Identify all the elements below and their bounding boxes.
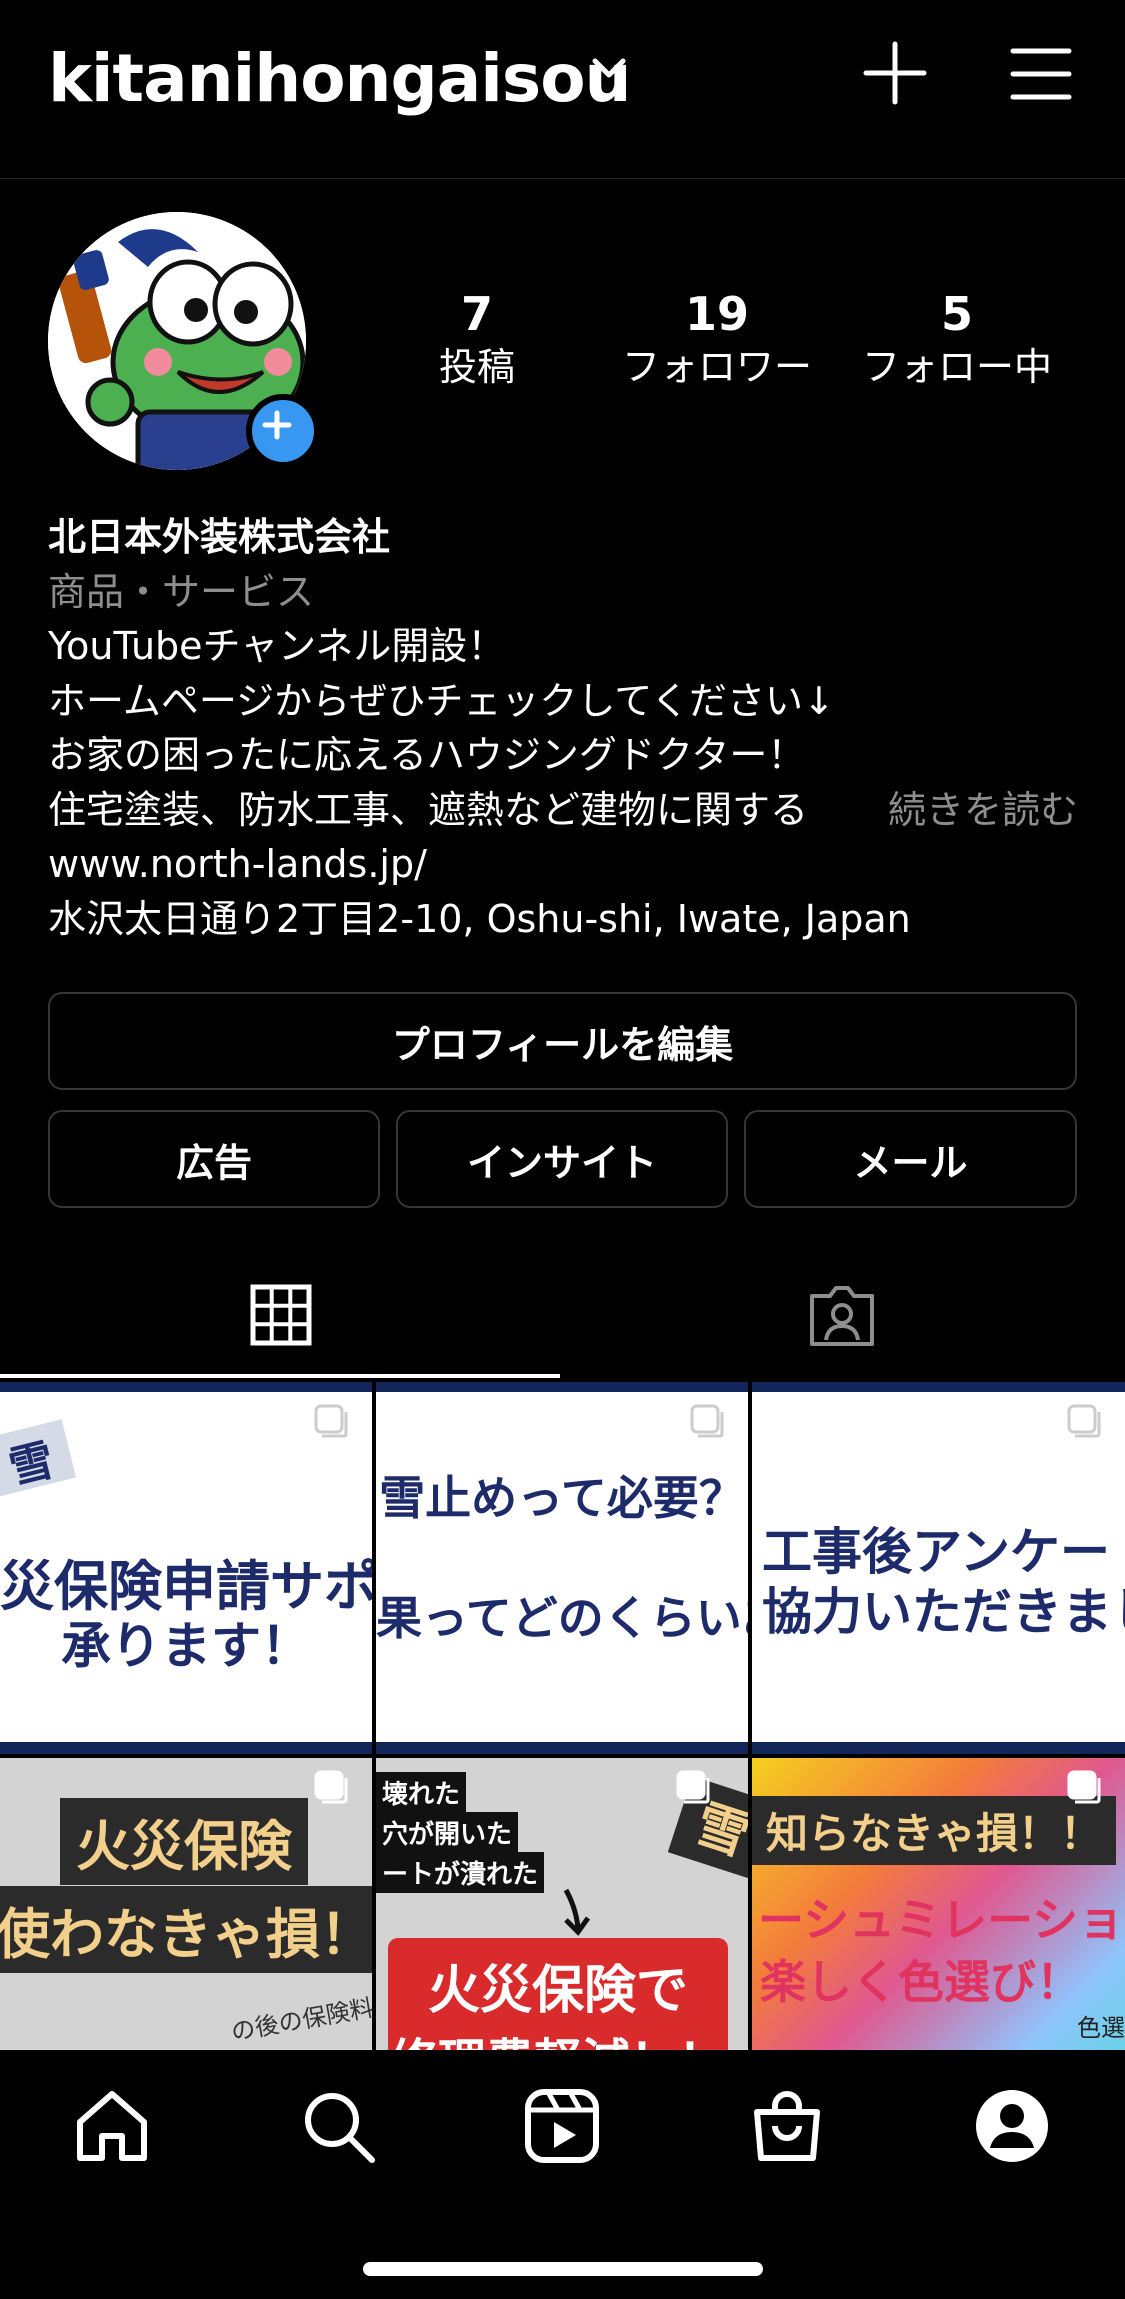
post-headline: 果ってどのくらいある [376,1591,748,1645]
post-headline: ーシュミレーショ [758,1893,1125,1947]
post-headline: 火災保険で [427,1961,688,2021]
tagged-person-icon [810,1286,874,1346]
post-headline: 修理費軽減！！ [388,2022,728,2050]
carousel-icon [690,1404,724,1438]
address-link[interactable]: 水沢太日通り2丁目2-10, Oshu-shi, Iwate, Japan [48,892,1078,947]
posts-count-value: 7 [460,287,493,341]
followers-count-label: フォロワー [621,345,812,389]
ads-button[interactable]: 広告 [48,1110,380,1208]
home-indicator [363,2262,763,2276]
carousel-icon [676,1770,710,1804]
following-count-value: 5 [940,287,973,341]
post-headline: 承ります！ [61,1617,311,1675]
post-headline: 知らなきゃ損！！ [752,1796,1117,1865]
following-count-label: フォロー中 [861,345,1052,389]
post-headline: 協力いただきまし [762,1583,1125,1641]
post-headline: 使わなきゃ損！ [0,1886,372,1973]
carousel-icon [1067,1770,1101,1804]
posts-count-label: 投稿 [438,345,515,389]
post-thumbnail[interactable]: 知らなきゃ損！！ ーシュミレーショ 楽しく色選び！ 色選 [752,1758,1125,2050]
display-name: 北日本外装株式会社 [48,515,391,559]
edit-profile-button[interactable]: プロフィールを編集 [48,992,1077,1090]
tab-tagged[interactable] [560,1250,1125,1380]
post-note: ートが潰れた [376,1852,545,1893]
bio-line: 住宅塗装、防水工事、遮熱など建物に関する [48,787,809,832]
profile-bio: 北日本外装株式会社 商品・サービス YouTubeチャンネル開設！ ホームページ… [48,510,1078,946]
followers-count-value: 19 [684,287,749,341]
post-caption: 色選 [1077,2014,1125,2042]
post-thumbnail[interactable]: 雪 災保険申請サポー 承ります！ [0,1382,372,1754]
post-thumbnail[interactable]: 雪止めって必要？ 果ってどのくらいある [376,1382,748,1754]
following-count[interactable]: 5 フォロー中 [847,286,1067,392]
arrow-down-icon [563,1888,591,1936]
insights-button[interactable]: インサイト [396,1110,728,1208]
add-story-button[interactable] [246,394,320,468]
followers-count[interactable]: 19 フォロワー [607,286,827,392]
bio-line: ホームページからぜひチェックしてください↓ [48,678,835,723]
carousel-icon [314,1770,348,1804]
post-thumbnail[interactable]: 火災保険 使わなきゃ損！ の後の保険料 [0,1758,372,2050]
post-thumbnail[interactable]: 壊れた 穴が開いた ートが潰れた 雪 火災保険で 修理費軽減！！ [376,1758,748,2050]
plus-icon [262,410,292,440]
carousel-icon [314,1404,348,1438]
post-note: 壊れた [376,1772,467,1813]
website-link[interactable]: www.north-lands.jp/ [48,837,1078,892]
search-icon[interactable] [298,2086,378,2166]
post-headline: 雪止めって必要？ [379,1471,745,1525]
menu-icon[interactable] [1010,46,1072,102]
shop-icon[interactable] [747,2086,827,2166]
post-thumbnail[interactable]: 工事後アンケート 協力いただきまし [752,1382,1125,1754]
home-icon[interactable] [72,2086,152,2166]
category-label: 商品・サービス [48,569,315,614]
active-tab-indicator [0,1374,560,1378]
account-switcher[interactable]: kitanihongaisou [48,40,632,117]
post-corner-badge: 雪 [0,1419,77,1497]
chevron-down-icon[interactable] [592,58,626,80]
bio-line: YouTubeチャンネル開設！ [48,624,506,668]
posts-count[interactable]: 7 投稿 [367,286,587,392]
read-more-link[interactable]: 続きを読む [888,783,1078,838]
reels-icon[interactable] [522,2086,602,2166]
profile-icon[interactable] [972,2086,1052,2166]
email-button[interactable]: メール [744,1110,1077,1208]
create-post-icon[interactable] [862,40,928,106]
carousel-icon [1067,1404,1101,1438]
grid-icon [250,1284,312,1346]
post-headline: 楽しく色選び！ [760,1955,1082,2009]
post-caption: の後の保険料 [229,1993,372,2047]
post-note: 穴が開いた [376,1812,519,1853]
post-headline: 火災保険 [60,1798,308,1885]
bio-line: お家の困ったに応えるハウジングドクター！ [48,733,806,777]
tab-posts-grid[interactable] [0,1250,560,1380]
